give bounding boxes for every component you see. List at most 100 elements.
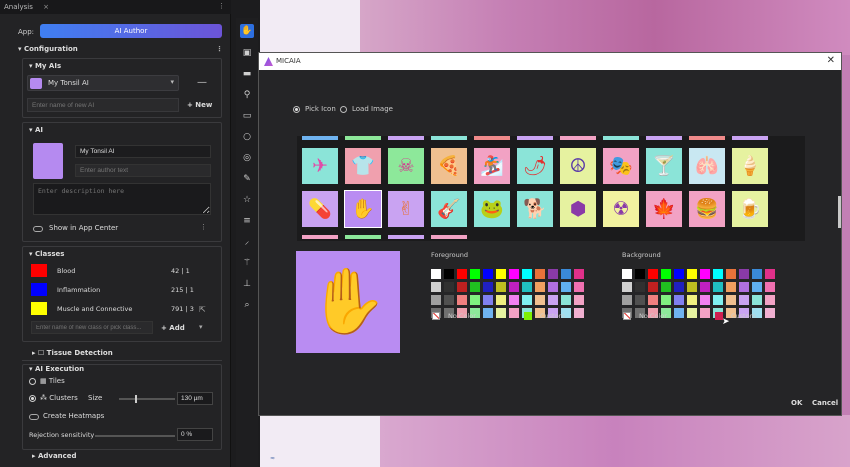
icon-tile-partial[interactable] [689,136,725,140]
class-color-swatch[interactable] [31,264,47,277]
color-chip[interactable] [752,295,762,305]
hand-icon[interactable]: ✋ [344,190,382,228]
color-chip[interactable] [765,295,775,305]
color-chip[interactable] [431,269,441,279]
rectangle-icon[interactable]: ▭ [240,109,254,123]
color-chip[interactable] [726,295,736,305]
radiation-icon[interactable]: ☢ [603,191,639,227]
clusters-option[interactable]: ⁂ Clusters Size [29,394,102,402]
color-chip[interactable] [648,269,658,279]
chevron-down-icon[interactable]: ▾ [199,323,203,331]
panel-close-icon[interactable]: × [43,3,49,11]
my-ais-header[interactable]: ▾ My AIs [29,62,61,70]
size-spinbox[interactable] [177,392,213,405]
color-chip[interactable] [509,295,519,305]
guitar-icon[interactable]: 🎸 [431,191,467,227]
custom-color-chip[interactable] [524,312,532,320]
rejection-spinbox[interactable] [177,428,213,441]
color-chip[interactable] [509,282,519,292]
color-chip[interactable] [713,295,723,305]
advanced-header[interactable]: ▸ Advanced [22,452,222,460]
color-chip[interactable] [522,295,532,305]
snowboarder-icon[interactable]: 🏂 [474,148,510,184]
color-chip[interactable] [687,282,697,292]
color-chip[interactable] [739,295,749,305]
color-chip[interactable] [726,282,736,292]
icon-tile-partial[interactable] [560,136,596,140]
color-chip[interactable] [509,308,519,318]
color-chip[interactable] [574,295,584,305]
foreground-custom[interactable]: Custom [524,312,565,320]
new-class-input[interactable] [31,321,153,334]
image-icon[interactable]: ▣ [240,46,254,60]
color-chip[interactable] [548,282,558,292]
color-chip[interactable] [765,308,775,318]
color-chip[interactable] [483,269,493,279]
pills-icon[interactable]: 💊 [302,191,338,227]
ai-header[interactable]: ▾ AI [29,126,43,134]
new-ai-button[interactable]: + New [187,101,212,109]
color-chip[interactable] [574,308,584,318]
target-icon[interactable]: ◎ [240,151,254,165]
color-chip[interactable] [661,269,671,279]
configuration-menu-icon[interactable]: ⋮ [216,45,223,53]
mug-icon[interactable]: 🍺 [732,191,768,227]
ai-menu-icon[interactable]: ⋮ [200,223,207,231]
add-class-button[interactable]: + Add [161,324,185,332]
ruler-icon[interactable]: ▬ [240,67,254,81]
slider-handle[interactable] [135,395,137,403]
color-chip[interactable] [700,269,710,279]
color-chip[interactable] [752,282,762,292]
ai-name-input[interactable] [75,145,211,158]
chili-pepper-icon[interactable]: 🌶 [517,148,553,184]
icon-tile-partial[interactable] [431,136,467,140]
color-chip[interactable] [700,295,710,305]
color-chip[interactable] [496,295,506,305]
color-chip[interactable] [496,308,506,318]
class-color-swatch[interactable] [31,283,47,296]
tiles-option[interactable]: ▦ Tiles [29,377,65,385]
frog-icon[interactable]: 🐸 [474,191,510,227]
color-chip[interactable] [765,282,775,292]
remove-ai-button[interactable]: — [197,77,207,88]
color-chip[interactable] [535,282,545,292]
icon-tile-partial[interactable] [646,136,682,140]
load-image-option[interactable]: Load Image [340,105,393,113]
skull-crossbones-icon[interactable]: ☠ [388,148,424,184]
color-chip[interactable] [752,269,762,279]
color-chip[interactable] [661,282,671,292]
pick-icon-option[interactable]: Pick Icon [293,105,336,113]
color-chip[interactable] [574,282,584,292]
color-chip[interactable] [635,295,645,305]
color-chip[interactable] [674,282,684,292]
lines-icon[interactable]: ≡ [240,214,254,228]
color-chip[interactable] [457,269,467,279]
hand-icon[interactable]: ✋ [240,24,254,38]
icon-tile-partial[interactable] [302,235,338,239]
color-chip[interactable] [431,295,441,305]
color-chip[interactable] [522,282,532,292]
circle-icon[interactable]: ○ [240,130,254,144]
color-chip[interactable] [687,295,697,305]
classes-header[interactable]: ▾ Classes [29,250,64,258]
pencil-icon[interactable]: ✎ [240,172,254,186]
radio-button[interactable] [340,105,347,113]
color-chip[interactable] [635,269,645,279]
color-chip[interactable] [674,308,684,318]
icon-tile-partial[interactable] [302,136,338,140]
radio-button[interactable] [29,394,36,402]
color-chip[interactable] [622,295,632,305]
color-chip[interactable] [444,269,454,279]
radio-button[interactable] [293,105,300,113]
color-chip[interactable] [687,269,697,279]
class-row[interactable]: Muscle and Connective 791 | 3 [31,302,211,316]
star-icon[interactable]: ☆ [240,193,254,207]
color-chip[interactable] [739,269,749,279]
color-chip[interactable] [522,269,532,279]
color-chip[interactable] [739,282,749,292]
icon-tile-partial[interactable] [345,136,381,140]
peace-icon[interactable]: ☮ [560,148,596,184]
color-chip[interactable] [561,282,571,292]
color-chip[interactable] [661,295,671,305]
color-chip[interactable] [496,269,506,279]
